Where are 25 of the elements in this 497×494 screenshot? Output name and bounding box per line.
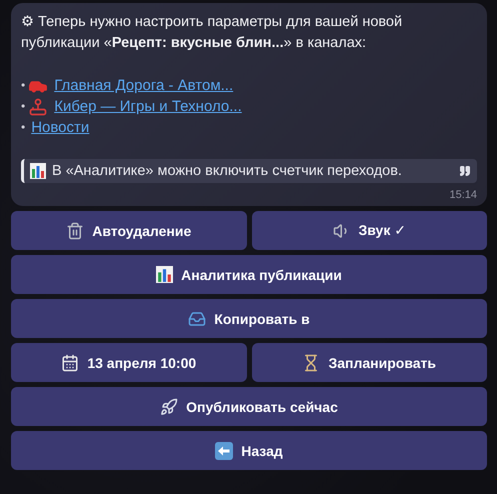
calendar-icon <box>61 354 80 372</box>
keyboard-button[interactable]: Звук ✓ <box>252 211 487 250</box>
bar-chart-icon <box>30 163 46 179</box>
joystick-icon <box>28 96 48 116</box>
bar-chart-icon <box>156 266 174 283</box>
rocket-icon <box>160 398 178 416</box>
inbox-tray-icon <box>188 310 206 328</box>
bullet: • <box>21 98 26 115</box>
keyboard-button[interactable]: Автоудаление <box>11 211 246 250</box>
keyboard-button[interactable]: Опубликовать сейчас <box>11 387 487 426</box>
trash-icon <box>66 222 84 240</box>
keyboard-button[interactable]: 13 апреля 10:00 <box>11 343 246 382</box>
quote-mark-icon <box>459 165 471 177</box>
quote-text: В «Аналитике» можно включить счетчик переходов. <box>52 163 403 179</box>
keyboard-button[interactable]: Копировать в <box>11 299 487 338</box>
keyboard-button[interactable]: Запланировать <box>252 343 487 382</box>
channel-link[interactable]: Новости <box>31 117 90 138</box>
keyboard-button[interactable]: Аналитика публикации <box>11 255 487 294</box>
message-time: 15:14 <box>449 189 477 201</box>
keyboard-button[interactable]: Назад <box>11 431 487 470</box>
message-text: ⚙ Теперь нужно настроить параметры для вашей новой публикации «Рецепт: вкусные блин...» в каналах: <box>21 14 402 51</box>
channel-link[interactable]: Главная Дорога - Автом... <box>54 75 234 96</box>
bullet: • <box>21 119 26 136</box>
bullet: • <box>21 77 26 94</box>
channel-link[interactable]: Кибер — Игры и Техноло... <box>54 96 242 117</box>
